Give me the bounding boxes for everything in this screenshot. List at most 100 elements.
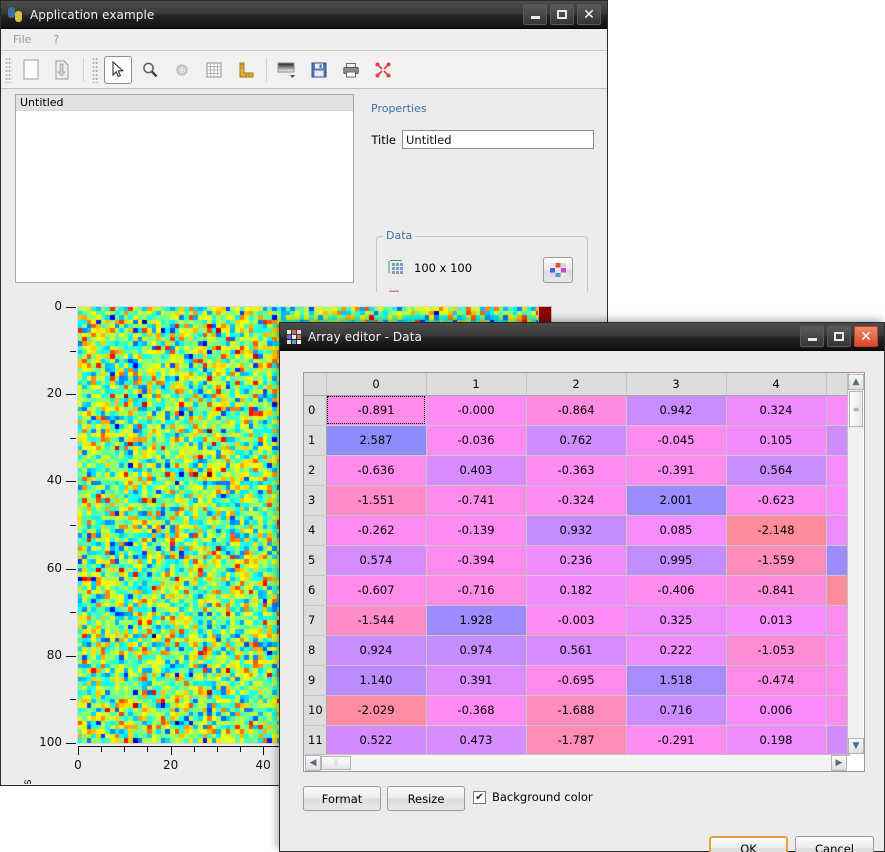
row-header-1[interactable]: 1	[304, 425, 326, 455]
table-cell[interactable]: -0.891	[326, 395, 426, 425]
table-cell[interactable]: 0.932	[526, 515, 626, 545]
table-cell[interactable]: -0.045	[626, 425, 726, 455]
column-header-2[interactable]: 2	[526, 373, 626, 395]
table-cell[interactable]: -0.841	[726, 575, 826, 605]
table-row[interactable]: 110.5220.473-1.787-0.2910.198	[304, 725, 849, 755]
row-header-6[interactable]: 6	[304, 575, 326, 605]
table-cell[interactable]: 0.198	[726, 725, 826, 755]
axes-button[interactable]	[232, 56, 260, 84]
row-header-0[interactable]: 0	[304, 395, 326, 425]
table-cell[interactable]: -0.262	[326, 515, 426, 545]
table-cell[interactable]: 0.222	[626, 635, 726, 665]
background-color-checkbox[interactable]: ✔ Background color	[473, 790, 593, 804]
column-header-3[interactable]: 3	[626, 373, 726, 395]
table-cell[interactable]: 0.085	[626, 515, 726, 545]
table-cell[interactable]: -0.391	[626, 455, 726, 485]
row-header-4[interactable]: 4	[304, 515, 326, 545]
table-cell[interactable]: -2.029	[326, 695, 426, 725]
table-cell[interactable]: 0.324	[726, 395, 826, 425]
new-file-button[interactable]	[17, 56, 45, 84]
table-cell[interactable]: 1.928	[426, 605, 526, 635]
table-row[interactable]: 10-2.029-0.368-1.6880.7160.006	[304, 695, 849, 725]
checkbox-box[interactable]: ✔	[473, 791, 486, 804]
print-button[interactable]	[337, 56, 365, 84]
table-cell-partial[interactable]	[826, 635, 849, 665]
table-cell[interactable]: -0.716	[426, 575, 526, 605]
table-cell[interactable]: 0.564	[726, 455, 826, 485]
item-list[interactable]: Untitled	[15, 94, 354, 283]
table-cell-partial[interactable]	[826, 545, 849, 575]
table-cell[interactable]: 0.182	[526, 575, 626, 605]
table-cell[interactable]: 0.325	[626, 605, 726, 635]
colormap-picker-button[interactable]	[543, 257, 573, 283]
column-header-1[interactable]: 1	[426, 373, 526, 395]
vertical-scroll-thumb[interactable]: ≡	[849, 391, 863, 427]
open-file-button[interactable]	[49, 56, 77, 84]
table-cell[interactable]: -0.291	[626, 725, 726, 755]
horizontal-scroll-thumb[interactable]: ⦙⦙	[321, 756, 351, 770]
table-cell-partial[interactable]	[826, 605, 849, 635]
table-cell[interactable]: -1.559	[726, 545, 826, 575]
chevron-right-icon[interactable]: ▶	[831, 755, 847, 771]
table-cell[interactable]: -1.787	[526, 725, 626, 755]
chevron-left-icon[interactable]: ◀	[305, 755, 321, 771]
table-cell[interactable]: -0.394	[426, 545, 526, 575]
format-button[interactable]: Format	[303, 786, 381, 811]
table-cell-partial[interactable]	[826, 455, 849, 485]
chevron-up-icon[interactable]: ▲	[848, 374, 864, 390]
table-cell[interactable]: 0.006	[726, 695, 826, 725]
table-cell[interactable]: 2.587	[326, 425, 426, 455]
table-cell[interactable]: -0.741	[426, 485, 526, 515]
table-cell[interactable]: 0.105	[726, 425, 826, 455]
table-cell[interactable]: -0.695	[526, 665, 626, 695]
select-tool-button[interactable]	[104, 56, 132, 84]
table-cell[interactable]: -0.406	[626, 575, 726, 605]
table-horizontal-scrollbar[interactable]: ◀ ⦙⦙ ▶	[305, 754, 847, 770]
column-header-4[interactable]: 4	[726, 373, 826, 395]
table-row[interactable]: 7-1.5441.928-0.0030.3250.013	[304, 605, 849, 635]
table-row[interactable]: 91.1400.391-0.6951.518-0.474	[304, 665, 849, 695]
array-table[interactable]: 01234 0-0.891-0.000-0.8640.9420.32412.58…	[304, 373, 850, 756]
table-cell[interactable]: -0.003	[526, 605, 626, 635]
table-vertical-scrollbar[interactable]: ▲ ≡ ▼	[847, 374, 863, 754]
row-header-3[interactable]: 3	[304, 485, 326, 515]
title-input[interactable]: Untitled	[402, 130, 594, 149]
row-header-5[interactable]: 5	[304, 545, 326, 575]
table-cell[interactable]: 0.716	[626, 695, 726, 725]
table-cell[interactable]: 0.522	[326, 725, 426, 755]
toolbar-grip-handle[interactable]	[5, 57, 12, 83]
table-cell[interactable]: -0.636	[326, 455, 426, 485]
settings-button[interactable]	[168, 56, 196, 84]
table-row[interactable]: 12.587-0.0360.762-0.0450.105	[304, 425, 849, 455]
table-cell[interactable]: 1.140	[326, 665, 426, 695]
table-cell-partial[interactable]	[826, 575, 849, 605]
table-row[interactable]: 0-0.891-0.000-0.8640.9420.324	[304, 395, 849, 425]
table-cell[interactable]: -0.036	[426, 425, 526, 455]
table-cell[interactable]: -2.148	[726, 515, 826, 545]
table-cell[interactable]: 0.473	[426, 725, 526, 755]
row-header-7[interactable]: 7	[304, 605, 326, 635]
resize-button[interactable]: Resize	[387, 786, 465, 811]
table-cell[interactable]: 0.995	[626, 545, 726, 575]
table-cell[interactable]: -1.551	[326, 485, 426, 515]
table-cell[interactable]: -0.368	[426, 695, 526, 725]
ok-button[interactable]: OK	[709, 836, 788, 852]
table-cell[interactable]: 0.574	[326, 545, 426, 575]
menu-help[interactable]: ?	[53, 33, 59, 46]
row-header-2[interactable]: 2	[304, 455, 326, 485]
table-cell[interactable]: -0.324	[526, 485, 626, 515]
table-cell[interactable]: 2.001	[626, 485, 726, 515]
row-header-10[interactable]: 10	[304, 695, 326, 725]
row-header-8[interactable]: 8	[304, 635, 326, 665]
table-row[interactable]: 6-0.607-0.7160.182-0.406-0.841	[304, 575, 849, 605]
table-cell[interactable]: 0.391	[426, 665, 526, 695]
table-cell-partial[interactable]	[826, 425, 849, 455]
table-cell-partial[interactable]	[826, 665, 849, 695]
table-cell[interactable]: -0.864	[526, 395, 626, 425]
colormap-button[interactable]	[273, 56, 301, 84]
table-row[interactable]: 4-0.262-0.1390.9320.085-2.148	[304, 515, 849, 545]
table-cell[interactable]: -1.688	[526, 695, 626, 725]
table-cell-partial[interactable]	[826, 695, 849, 725]
maximize-icon[interactable]	[827, 326, 851, 347]
table-cell-partial[interactable]	[826, 725, 849, 755]
